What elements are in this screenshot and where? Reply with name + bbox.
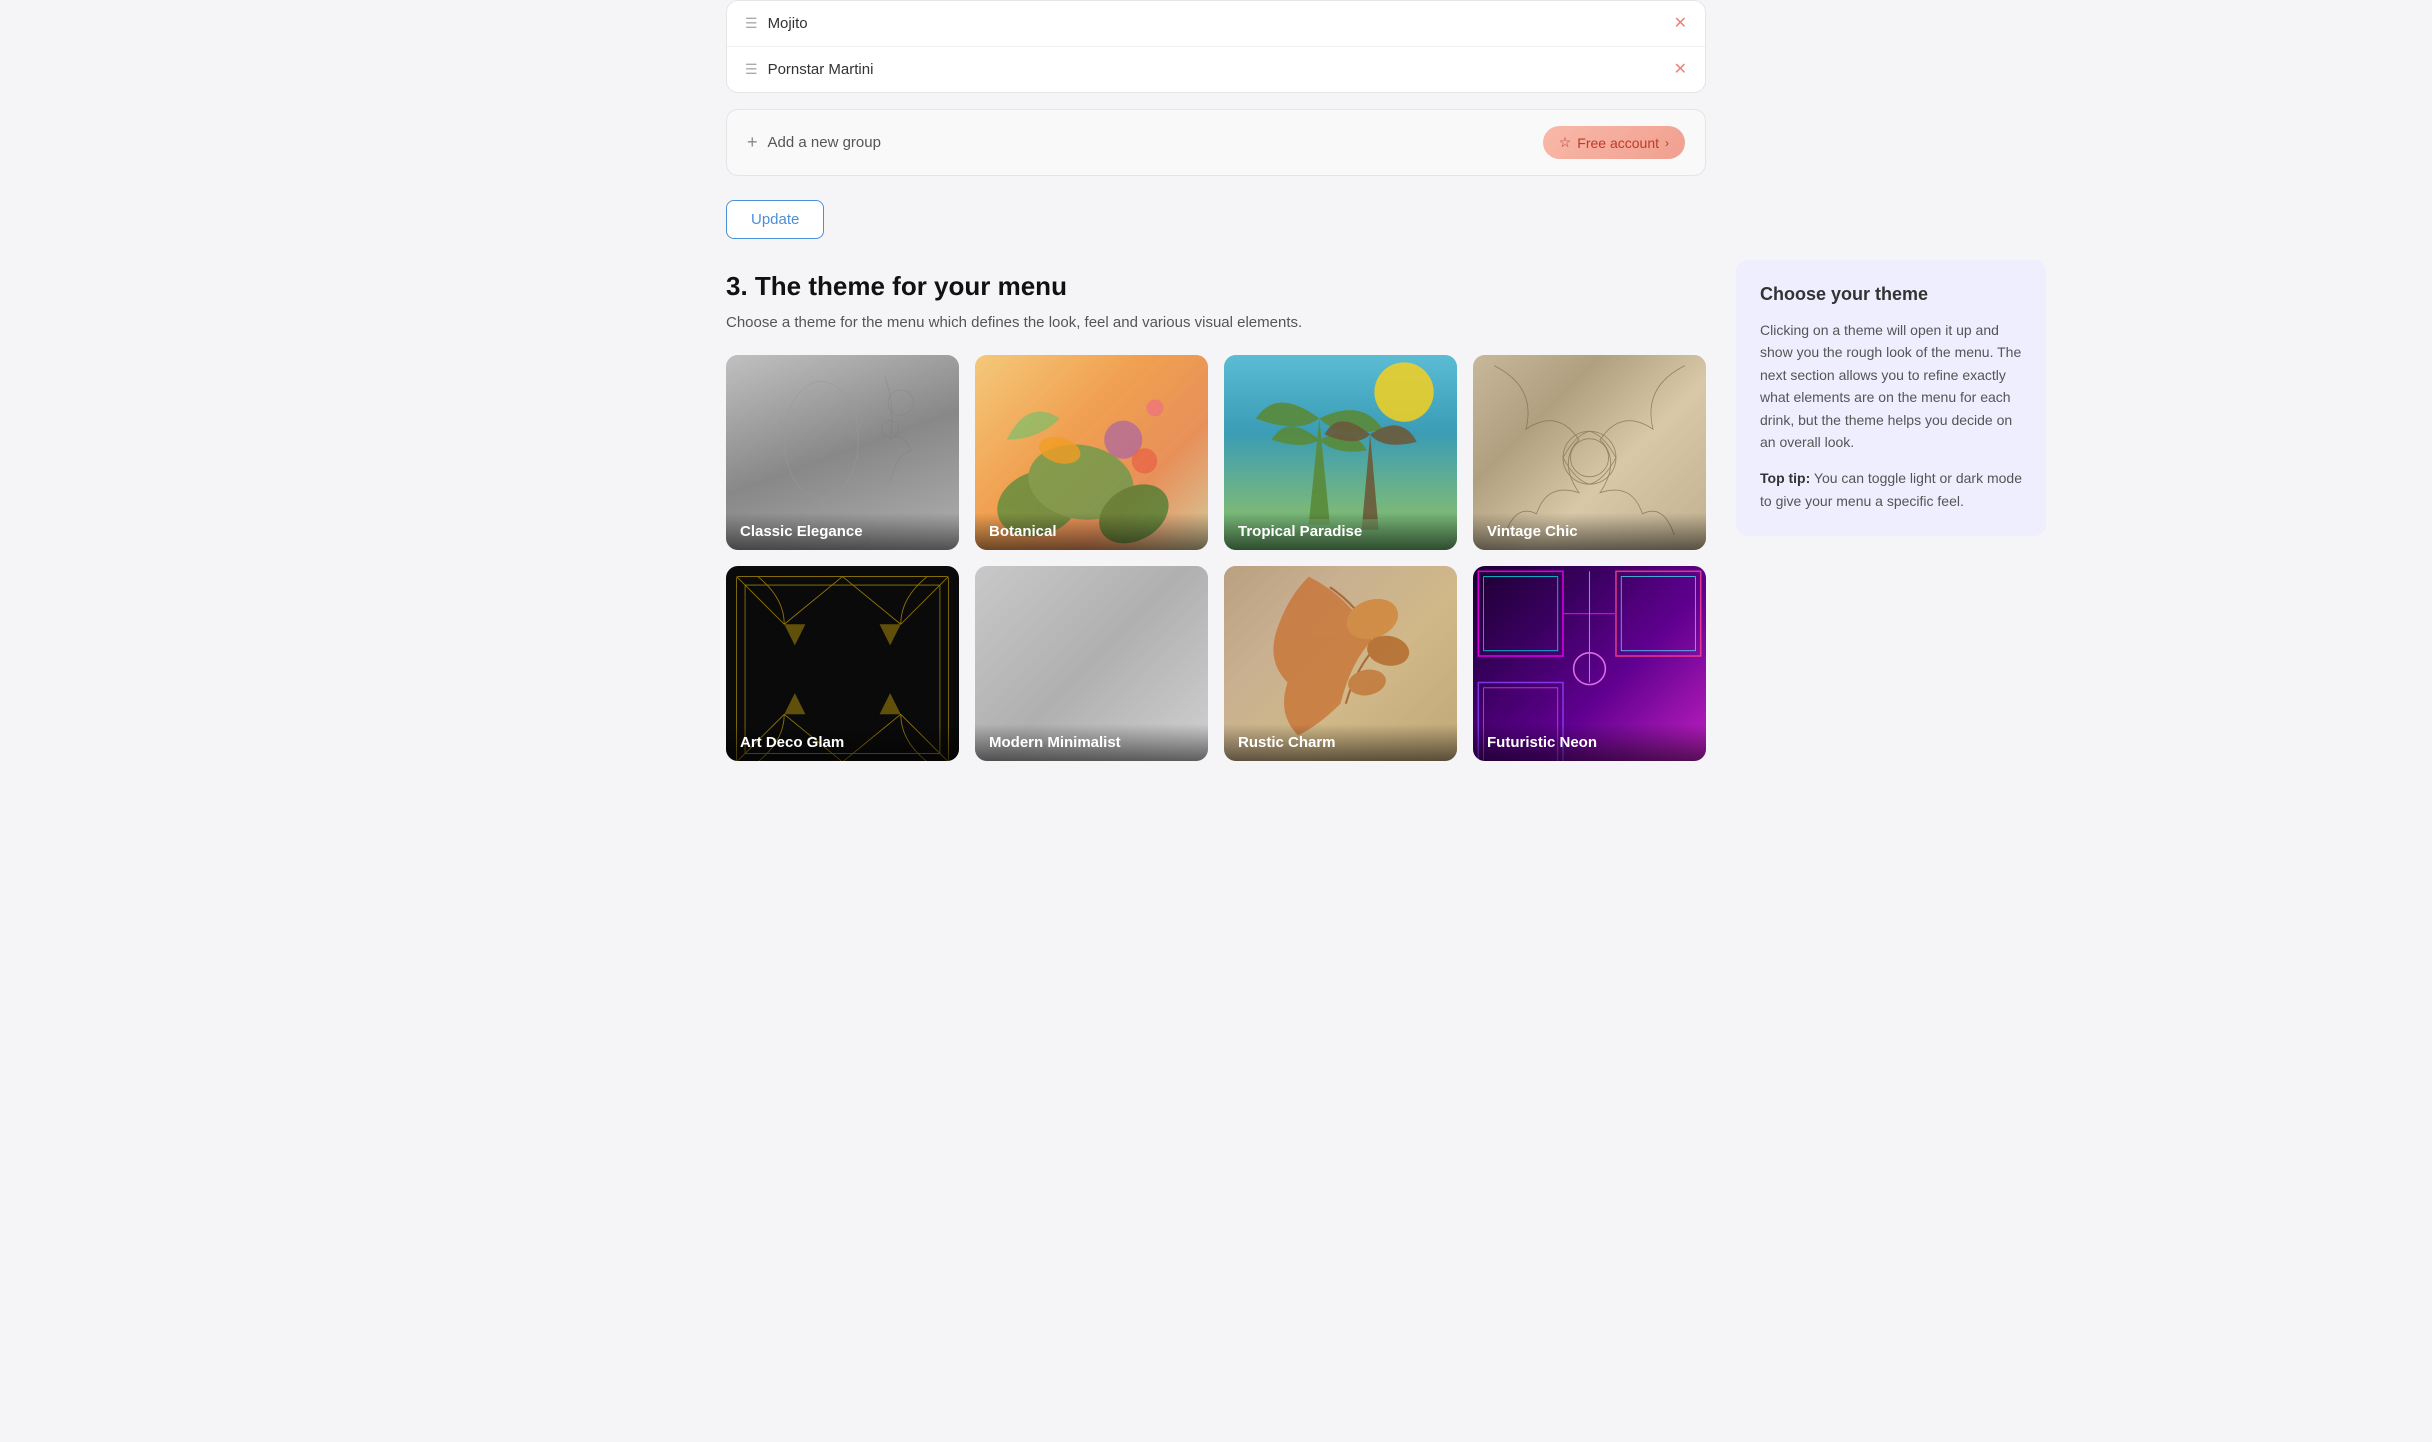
tooltip-title: Choose your theme (1760, 284, 2022, 305)
theme-card-vintage-chic[interactable]: Vintage Chic (1473, 355, 1706, 550)
free-account-label: Free account (1577, 135, 1659, 151)
theme-label: Futuristic Neon (1473, 724, 1706, 761)
drink-list: ☰ Mojito ✕ ☰ Pornstar Martini ✕ (726, 0, 1706, 93)
theme-label: Vintage Chic (1473, 513, 1706, 550)
tooltip-panel: Choose your theme Clicking on a theme wi… (1736, 260, 2046, 536)
theme-label: Botanical (975, 513, 1208, 550)
section-subtext: Choose a theme for the menu which define… (726, 314, 1706, 331)
theme-label: Classic Elegance (726, 513, 959, 550)
theme-grid: Classic Elegance Bot (726, 355, 1706, 550)
drink-name: Pornstar Martini (768, 61, 874, 78)
drink-left: ☰ Pornstar Martini (745, 61, 873, 78)
update-button[interactable]: Update (726, 200, 824, 239)
theme-grid-row2: Art Deco Glam Modern Minimalist (726, 566, 1706, 761)
theme-label: Rustic Charm (1224, 724, 1457, 761)
theme-card-modern-minimalist[interactable]: Modern Minimalist (975, 566, 1208, 761)
theme-card-rustic-charm[interactable]: Rustic Charm (1224, 566, 1457, 761)
add-group-row: + Add a new group ☆ Free account › (726, 109, 1706, 176)
drink-left: ☰ Mojito (745, 15, 808, 32)
add-group-left: + Add a new group (747, 132, 881, 153)
drink-name: Mojito (768, 15, 808, 32)
plus-icon: + (747, 132, 758, 153)
drag-icon[interactable]: ☰ (745, 61, 758, 78)
theme-label: Tropical Paradise (1224, 513, 1457, 550)
section-heading: 3. The theme for your menu (726, 271, 1706, 302)
theme-label: Art Deco Glam (726, 724, 959, 761)
theme-card-classic-elegance[interactable]: Classic Elegance (726, 355, 959, 550)
add-group-label: Add a new group (768, 134, 881, 151)
tip-label: Top tip: (1760, 470, 1810, 486)
free-account-button[interactable]: ☆ Free account › (1543, 126, 1685, 159)
theme-card-tropical-paradise[interactable]: Tropical Paradise (1224, 355, 1457, 550)
tooltip-body: Clicking on a theme will open it up and … (1760, 319, 2022, 453)
remove-drink-button[interactable]: ✕ (1674, 62, 1687, 78)
star-icon: ☆ (1559, 134, 1572, 151)
theme-label: Modern Minimalist (975, 724, 1208, 761)
theme-card-botanical[interactable]: Botanical (975, 355, 1208, 550)
theme-card-futuristic-neon[interactable]: Futuristic Neon (1473, 566, 1706, 761)
remove-drink-button[interactable]: ✕ (1674, 16, 1687, 32)
drink-item: ☰ Mojito ✕ (727, 1, 1705, 47)
drag-icon[interactable]: ☰ (745, 15, 758, 32)
tooltip-tip: Top tip: You can toggle light or dark mo… (1760, 467, 2022, 512)
drink-item: ☰ Pornstar Martini ✕ (727, 47, 1705, 92)
chevron-right-icon: › (1665, 136, 1669, 150)
theme-card-art-deco-glam[interactable]: Art Deco Glam (726, 566, 959, 761)
